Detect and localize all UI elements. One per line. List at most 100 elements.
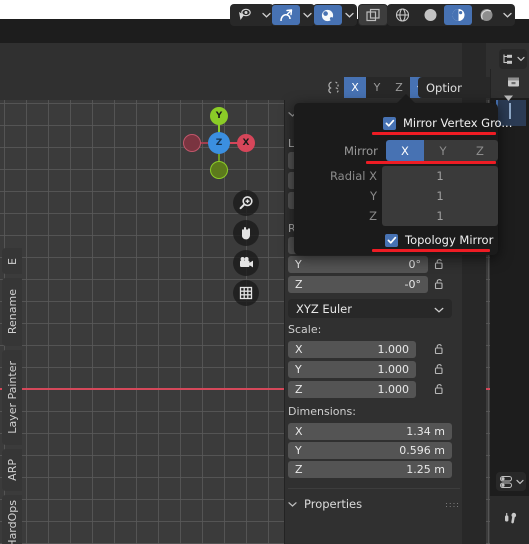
chevron-down-icon (515, 479, 524, 484)
radial-z-label: Z (369, 209, 377, 223)
header-group-snap (271, 4, 315, 26)
mirror-vertex-groups-row[interactable]: Mirror Vertex Gro... (383, 116, 512, 130)
rotation-z-field[interactable]: Z -0° (288, 276, 428, 293)
topology-mirror-row[interactable]: Topology Mirror (385, 233, 493, 247)
radial-x-label: Radial X (329, 169, 377, 183)
radial-y-field[interactable]: 1 (382, 186, 498, 206)
snap-magnet-icon (280, 8, 293, 21)
wireframe-sphere-icon (395, 8, 409, 22)
scale-y-lock-button[interactable] (431, 361, 445, 377)
unlock-icon (434, 344, 443, 355)
gizmo-ball-y-negative[interactable] (210, 161, 228, 179)
scale-x-label: X (295, 343, 303, 356)
dimension-y-field[interactable]: Y 0.596 m (288, 442, 452, 459)
dimensions-heading: Dimensions: (288, 405, 356, 418)
camera-view-button[interactable] (233, 250, 259, 276)
proportional-editing-icon (321, 9, 334, 21)
snap-toggle-button[interactable] (272, 5, 300, 25)
gizmo-ball-x-negative[interactable] (183, 134, 201, 152)
chevron-down-icon (502, 12, 512, 18)
rotation-z-label: Z (295, 278, 303, 291)
radial-y-label: Y (369, 189, 377, 203)
sidebar-tab-arp[interactable]: ARP (2, 449, 22, 491)
proportional-edit-toggle-button[interactable] (314, 5, 342, 25)
shading-rendered-button[interactable] (472, 5, 500, 25)
sidebar-tab-hardops-label: HardOps (5, 500, 19, 544)
properties-section-header[interactable]: Properties :::: (288, 495, 460, 513)
mirror-vertex-groups-checkbox[interactable] (383, 116, 396, 130)
solid-sphere-icon (424, 9, 436, 21)
gizmo-ball-x[interactable]: X (237, 134, 255, 152)
scale-x-field[interactable]: X 1.000 (288, 341, 416, 358)
sidebar-tab-layer-painter-label: Layer Painter (5, 361, 19, 434)
editor-type-dropdown[interactable] (499, 49, 527, 69)
popup-mirror-y-button[interactable]: Y (424, 140, 462, 161)
shading-solid-button[interactable] (416, 5, 444, 25)
show-overlays-icon (366, 8, 380, 21)
sidebar-tab-rename[interactable]: Rename (2, 278, 22, 346)
mesh-symmetry-icon-wrap (322, 77, 344, 98)
filter-button[interactable] (501, 92, 515, 104)
show-overlays-button[interactable] (359, 5, 387, 25)
check-icon (387, 236, 396, 244)
chevron-down-icon (288, 501, 297, 507)
underline-mirror-vertex-groups (372, 132, 496, 135)
grid-icon (239, 286, 253, 300)
rotation-z-lock-button[interactable] (431, 276, 445, 292)
scale-x-lock-button[interactable] (431, 341, 445, 357)
pan-view-button[interactable] (233, 220, 259, 246)
viewport-header-row-1 (0, 43, 490, 75)
sidebar-tab-e-label: E (5, 257, 19, 265)
snap-dropdown-button[interactable] (300, 5, 314, 25)
chevron-down-icon (302, 12, 312, 18)
scale-z-field[interactable]: Z 1.000 (288, 381, 416, 398)
symmetry-axis-y-button[interactable]: Y (366, 77, 388, 98)
view-layer-icon (507, 77, 519, 87)
popup-mirror-z-button[interactable]: Z (462, 140, 498, 161)
dimension-x-field[interactable]: X 1.34 m (288, 423, 452, 440)
chevron-down-icon-wrap (434, 302, 444, 316)
unlock-icon (434, 384, 443, 395)
scale-z-lock-button[interactable] (431, 381, 445, 397)
rotation-mode-dropdown[interactable]: XYZ Euler (288, 299, 452, 318)
sidebar-tab-arp-label: ARP (5, 459, 19, 481)
mirror-axis-label: Mirror (344, 144, 378, 158)
zoom-view-button[interactable] (233, 190, 259, 216)
magnifier-plus-icon (239, 196, 253, 210)
shading-wireframe-button[interactable] (388, 5, 416, 25)
dimension-z-label: Z (295, 463, 303, 476)
radial-z-field[interactable]: 1 (382, 206, 498, 226)
dimension-z-value: 1.25 m (406, 463, 445, 476)
sidebar-tab-layer-painter[interactable]: Layer Painter (2, 350, 22, 445)
tool-properties-tab[interactable] (500, 508, 522, 528)
popup-mirror-x-button[interactable]: X (386, 140, 424, 161)
display-mode-button[interactable] (503, 73, 523, 91)
gizmo-ball-y[interactable]: Y (210, 107, 228, 125)
topology-mirror-checkbox[interactable] (385, 233, 398, 247)
rotation-y-label: Y (295, 258, 302, 271)
proportional-edit-dropdown-button[interactable] (342, 5, 356, 25)
toggle-orthographic-button[interactable] (233, 280, 259, 306)
shading-dropdown-button[interactable] (500, 5, 514, 25)
blender-window: X Y Z Options Y X Z L R Y 0° Z -0° XYZ E… (0, 0, 529, 544)
gizmo-ball-z[interactable]: Z (208, 132, 230, 154)
bottom-toggle-button[interactable] (496, 472, 526, 491)
sidebar-tab-e[interactable]: E (2, 248, 22, 274)
outliner-editor-icon (502, 54, 512, 64)
navigation-gizmo[interactable]: Y X Z (180, 104, 258, 182)
sidebar-tab-hardops[interactable]: HardOps (2, 495, 22, 544)
rotation-y-field[interactable]: Y 0° (288, 256, 428, 273)
popup-arrow (396, 94, 416, 104)
dimension-x-value: 1.34 m (406, 425, 445, 438)
dimension-z-field[interactable]: Z 1.25 m (288, 461, 452, 478)
scale-y-value: 1.000 (377, 363, 410, 376)
symmetry-axis-x-button[interactable]: X (344, 77, 366, 98)
rotation-y-value: 0° (408, 258, 422, 271)
scale-y-field[interactable]: Y 1.000 (288, 361, 416, 378)
shading-material-preview-button[interactable] (444, 5, 472, 25)
scale-x-value: 1.000 (377, 343, 410, 356)
rotation-y-lock-button[interactable] (431, 256, 445, 272)
visibility-toggle-button[interactable] (231, 5, 259, 25)
dimension-y-value: 0.596 m (399, 444, 445, 457)
radial-x-field[interactable]: 1 (382, 166, 498, 186)
